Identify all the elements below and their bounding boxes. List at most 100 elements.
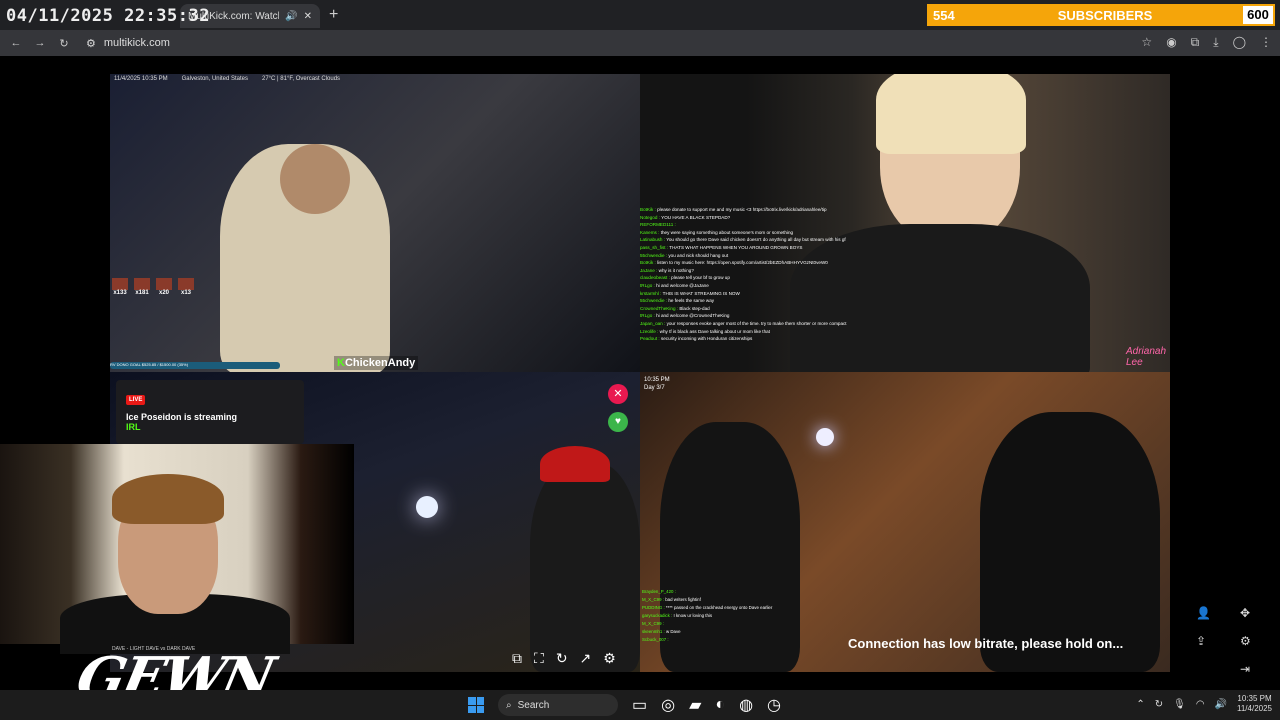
streamer-hair — [112, 474, 224, 524]
close-stream-button[interactable]: ✕ — [608, 384, 628, 404]
chat-username: Japan_oan : — [640, 320, 666, 326]
chat-message: Lzeolife : why tf is black ass Dave talk… — [640, 328, 900, 336]
chat-message: 55chwendie : he feels the same way — [640, 297, 900, 305]
extension-icon[interactable]: ◉ — [1166, 35, 1176, 50]
popout-icon[interactable]: ↗ — [580, 650, 592, 667]
forward-icon[interactable]: → — [32, 37, 48, 49]
light-glow — [416, 496, 438, 518]
chat-text: hi and welcome @CrownedTheKing — [656, 313, 730, 319]
start-button[interactable] — [468, 697, 484, 713]
profile-icon[interactable]: ◯ — [1233, 35, 1246, 50]
camera-light — [816, 428, 834, 446]
chat-overlay: BotKik : please donate to support me and… — [640, 206, 900, 343]
download-icon[interactable]: ⤓ — [1213, 35, 1218, 50]
stream-irl-boat[interactable]: 10:35 PM Day 3/7 Brayden_P_420 : M_X_C99… — [640, 372, 1170, 672]
settings-gear-icon[interactable]: ⚙ — [603, 650, 616, 667]
chat-message: 55chwendie : you and nick should hang ou… — [640, 252, 900, 260]
reload-stream-icon[interactable]: ↻ — [556, 650, 568, 667]
chat-text: Black step-dad — [679, 305, 710, 311]
bookmark-star-icon[interactable]: ☆ — [1141, 35, 1152, 50]
chat-username: BotKik : — [640, 260, 656, 266]
chat-username: skeenmh1 : — [642, 629, 665, 634]
live-notification[interactable]: LIVE Ice Poseidon is streaming IRL — [116, 380, 304, 444]
subs-goal: 600 — [1243, 6, 1273, 24]
chat-message: skeenmh1 : w Dave — [642, 628, 782, 636]
donation-goal-bar: RV DONO GOAL $525.85 / $1500.00 (35%) — [110, 362, 280, 369]
login-icon[interactable]: ⇥ — [1240, 662, 1260, 676]
chat-text: you and nick should hang out — [668, 252, 729, 258]
chat-text: You should go there Dave said chicken do… — [666, 237, 846, 243]
low-bitrate-status: Connection has low bitrate, please hold … — [848, 636, 1124, 651]
taskbar-clock[interactable]: 10:35 PM 11/4/2025 — [1237, 694, 1272, 714]
new-tab-button[interactable]: + — [329, 6, 338, 24]
chat-username: Latinabush : — [640, 237, 666, 243]
facecam-overlay — [0, 444, 354, 654]
live-badge: LIVE — [126, 395, 146, 405]
move-icon[interactable]: ✥ — [1240, 606, 1260, 620]
sync-icon[interactable]: ↻ — [1155, 699, 1163, 710]
chat-text: listen to my music here: https://open.sp… — [657, 260, 828, 266]
fullscreen-icon[interactable]: ⛶ — [534, 650, 544, 667]
speaker-icon[interactable]: 🔊 — [285, 11, 297, 22]
red-cap — [540, 446, 610, 482]
chat-message: tRLgo : hi and welcome @JaJane — [640, 282, 900, 290]
reload-icon[interactable]: ↻ — [56, 37, 72, 50]
player-controls: ⧉ ⛶ ↻ ↗ ⚙ — [512, 650, 616, 667]
side-toolbar: 👤 ✥ ⇪ ⚙ ⇥ — [1196, 606, 1260, 676]
chat-username: claudeobeast : — [640, 275, 670, 281]
favorite-heart-button[interactable]: ♥ — [608, 412, 628, 432]
gift-counters: x133 x181 x20 x13 — [112, 278, 194, 296]
live-category: IRL — [126, 422, 141, 432]
gear-icon[interactable]: ⚙ — [1240, 634, 1260, 648]
url-text[interactable]: multikick.com — [104, 37, 170, 49]
subs-label: SUBSCRIBERS — [1057, 7, 1153, 23]
chat-text: he feels the same way — [668, 298, 715, 304]
chat-message: Brayden_P_420 : — [642, 588, 782, 596]
chat-message: M_X_C99 : bad writers fightinf — [642, 596, 782, 604]
chat-username: krstarmhl : — [640, 290, 662, 296]
volume-icon[interactable]: 🔊 — [1215, 699, 1227, 710]
chat-text: security incoming with Honduran citizens… — [660, 336, 753, 342]
wifi-icon[interactable]: ◠ — [1196, 699, 1205, 710]
chat-text: YOU HAVE A BLACK STEPDAD? — [661, 214, 731, 220]
add-user-icon[interactable]: 👤 — [1196, 606, 1240, 620]
chrome-icon[interactable]: ◎ — [661, 695, 675, 715]
stream-chickenandy[interactable]: 11/4/2025 10:35 PM Galveston, United Sta… — [110, 74, 640, 372]
chat-text: bad writers fightinf — [665, 597, 701, 602]
chat-message: CrownedTheKing : Black step-dad — [640, 305, 900, 313]
chat-username: REFORMED111 : — [640, 222, 676, 228]
streamer-head — [280, 144, 350, 214]
chat-username: BotKik : — [640, 207, 656, 212]
pip-icon[interactable]: ⧉ — [512, 650, 522, 667]
chat-message: tRLgo : hi and welcome @CrownedTheKing — [640, 312, 900, 320]
chat-username: tRLgo : — [640, 282, 655, 288]
app-icon[interactable]: ◍ — [739, 695, 753, 715]
clock-app-icon[interactable]: ◷ — [767, 695, 781, 715]
mic-icon[interactable]: 🎙 — [1173, 699, 1186, 710]
chevron-up-icon[interactable]: ⌃ — [1136, 699, 1144, 710]
chat-text: your responses evoke anger most of the t… — [666, 320, 847, 326]
live-title: Ice Poseidon is streaming — [126, 412, 238, 422]
site-info-icon[interactable]: ⚙ — [86, 37, 96, 50]
address-bar: ← → ↻ ⚙ multikick.com ☆ ◉ ⧉ ⤓ ◯ ⋮ — [0, 30, 1280, 56]
streamer-figure — [530, 462, 640, 672]
task-view-icon[interactable]: ▭ — [632, 695, 647, 715]
back-icon[interactable]: ← — [8, 37, 24, 49]
chat-text: please donate to support me and my music… — [657, 207, 827, 212]
chat-message: claudeobeast : please tell your bf to gr… — [640, 274, 900, 282]
overlay-clock: 04/11/2025 22:35:32 — [6, 6, 210, 26]
menu-icon[interactable]: ⋮ — [1260, 35, 1272, 50]
discord-icon[interactable]: ◐ — [715, 696, 725, 714]
chat-message: BotKik : please donate to support me and… — [640, 206, 900, 214]
share-icon[interactable]: ⇪ — [1196, 634, 1240, 648]
file-explorer-icon[interactable]: ▰ — [689, 695, 701, 715]
close-tab-icon[interactable]: ✕ — [304, 11, 312, 22]
streamer-hair — [876, 74, 1026, 154]
stream-time-day: 10:35 PM Day 3/7 — [644, 376, 670, 392]
chat-username: Lzeolife : — [640, 328, 659, 334]
puzzle-icon[interactable]: ⧉ — [1191, 35, 1200, 50]
windows-taskbar: ⌕ Search ▭ ◎ ▰ ◐ ◍ ◷ ⌃ ↻ 🎙 ◠ 🔊 10:35 PM 1… — [0, 690, 1280, 720]
chat-message: krstarmhl : THIS IS WHAT STREAMING IS NO… — [640, 290, 900, 298]
taskbar-search[interactable]: ⌕ Search — [498, 694, 618, 716]
chat-overlay: Brayden_P_420 : M_X_C99 : bad writers fi… — [642, 588, 782, 644]
